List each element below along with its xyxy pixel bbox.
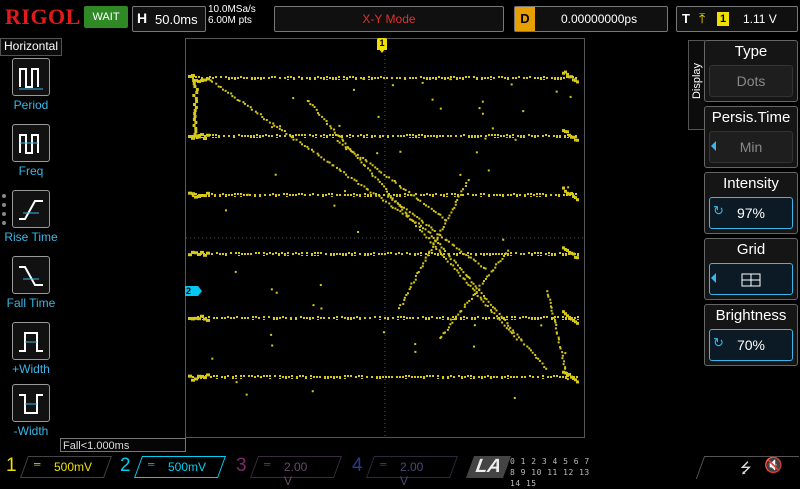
trigger-label: T <box>682 11 690 26</box>
measure-frequency-label: Freq <box>18 164 44 178</box>
menu-type[interactable]: Type Dots <box>704 40 798 102</box>
grid-icon <box>741 273 761 287</box>
display-tab-label: Display <box>691 62 703 100</box>
horizontal-label: H <box>137 10 148 26</box>
menu-brightness[interactable]: Brightness 70% ↻ <box>704 304 798 366</box>
speaker-muted-icon[interactable]: 🔇 <box>764 456 783 474</box>
channel-2-scale: 500mV <box>168 460 207 474</box>
trace-dots <box>188 70 579 399</box>
measure-period[interactable]: Period <box>0 58 62 122</box>
knob-icon: ↻ <box>713 203 724 218</box>
measure-rise-time[interactable]: Rise Time <box>0 190 62 254</box>
channel-4-scale: 2.00 V <box>400 460 424 488</box>
trigger-status-badge: WAIT <box>84 6 128 28</box>
trigger-source: 1 <box>717 12 729 26</box>
menu-grid-title: Grid <box>736 241 766 258</box>
delay-label: D <box>515 7 535 31</box>
la-bits-row2: 8 9 10 11 12 13 14 15 <box>510 468 590 488</box>
fall-time-icon <box>12 256 50 294</box>
menu-persistence-value: Min <box>709 131 793 163</box>
top-status-bar: RIGOL WAIT H 50.0ms 10.0MSa/s 6.00M pts … <box>0 0 800 38</box>
channel-2-number: 2 <box>120 455 131 476</box>
measure-negative-width-label: -Width <box>13 424 49 438</box>
menu-type-title: Type <box>734 43 768 60</box>
menu-intensity[interactable]: Intensity 97% ↻ <box>704 172 798 234</box>
panel-title: Horizontal <box>0 38 62 56</box>
left-arrow-icon <box>711 141 716 151</box>
left-arrow-icon <box>711 273 716 283</box>
rising-edge-icon: ⤒ <box>699 10 706 26</box>
mode-text: X-Y Mode <box>362 12 416 26</box>
menu-persistence-title: Persis.Time <box>711 109 791 126</box>
memory-depth: 6.00M pts <box>208 15 252 26</box>
logic-analyzer[interactable]: LA 0 1 2 3 4 5 6 7 8 9 10 11 12 13 14 15 <box>465 456 600 488</box>
dc-coupling-icon: ═ <box>34 459 41 469</box>
la-label: LA <box>465 456 512 478</box>
channel-4-number: 4 <box>352 455 363 476</box>
la-bits: 0 1 2 3 4 5 6 7 8 9 10 11 12 13 14 15 <box>510 456 600 489</box>
timebase-value: 50.0ms <box>155 12 198 27</box>
trigger-level: 1.11 V <box>743 12 777 26</box>
menu-type-value: Dots <box>709 65 793 97</box>
xy-plot <box>186 39 584 437</box>
knob-icon: ↻ <box>713 335 724 350</box>
dc-coupling-icon: ═ <box>148 459 155 469</box>
measure-negative-width[interactable]: -Width <box>0 384 62 448</box>
measure-positive-width-label: +Width <box>12 362 50 376</box>
channel-2-marker[interactable]: 2 <box>185 286 202 296</box>
channel-3-number: 3 <box>236 455 247 476</box>
measure-fall-time[interactable]: Fall Time <box>0 256 62 320</box>
la-bits-row1: 0 1 2 3 4 5 6 7 <box>510 457 590 466</box>
measure-positive-width[interactable]: +Width <box>0 322 62 386</box>
channel-bar: 1 ═ 500mV 2 ═ 500mV 3 ═ 2.00 V 4 ═ 2.00 … <box>0 452 800 488</box>
channel-1-number: 1 <box>6 455 17 476</box>
dc-coupling-icon: ═ <box>264 459 271 469</box>
horizontal-measure-panel: Horizontal Period Freq Rise Time Fall Ti… <box>0 38 62 438</box>
delay-box[interactable]: D 0.00000000ps <box>514 6 668 32</box>
measurement-readout: Fall<1.000ms <box>60 438 186 452</box>
channel-1-marker[interactable]: 1 <box>377 38 387 53</box>
usb-icon: ⭍ <box>740 460 752 476</box>
waveform-display[interactable] <box>185 38 585 438</box>
measure-rise-time-label: Rise Time <box>4 230 58 244</box>
brand-logo: RIGOL <box>5 4 81 29</box>
channel-3-scale: 2.00 V <box>284 460 308 488</box>
rise-time-icon <box>12 190 50 228</box>
acquisition-info: 10.0MSa/s 6.00M pts <box>208 4 256 26</box>
measure-period-label: Period <box>13 98 49 112</box>
mode-indicator: X-Y Mode <box>274 6 504 32</box>
measure-fall-time-label: Fall Time <box>6 296 56 310</box>
menu-persistence[interactable]: Persis.Time Min <box>704 106 798 168</box>
period-icon <box>12 58 50 96</box>
negative-width-icon <box>12 384 50 422</box>
positive-width-icon <box>12 322 50 360</box>
sample-rate: 10.0MSa/s <box>208 4 256 15</box>
delay-value: 0.00000000ps <box>561 12 638 26</box>
horizontal-timebase[interactable]: H 50.0ms <box>132 6 206 32</box>
measure-frequency[interactable]: Freq <box>0 124 62 188</box>
menu-intensity-title: Intensity <box>723 175 779 192</box>
display-menu-tab[interactable]: Display <box>688 40 705 130</box>
dc-coupling-icon: ═ <box>380 459 387 469</box>
trigger-box[interactable]: T ⤒ 1 1.11 V <box>676 6 798 32</box>
menu-grid[interactable]: Grid <box>704 238 798 300</box>
menu-brightness-title: Brightness <box>715 307 787 324</box>
frequency-icon <box>12 124 50 162</box>
menu-grid-value <box>709 263 793 295</box>
channel-1-scale: 500mV <box>54 460 93 474</box>
